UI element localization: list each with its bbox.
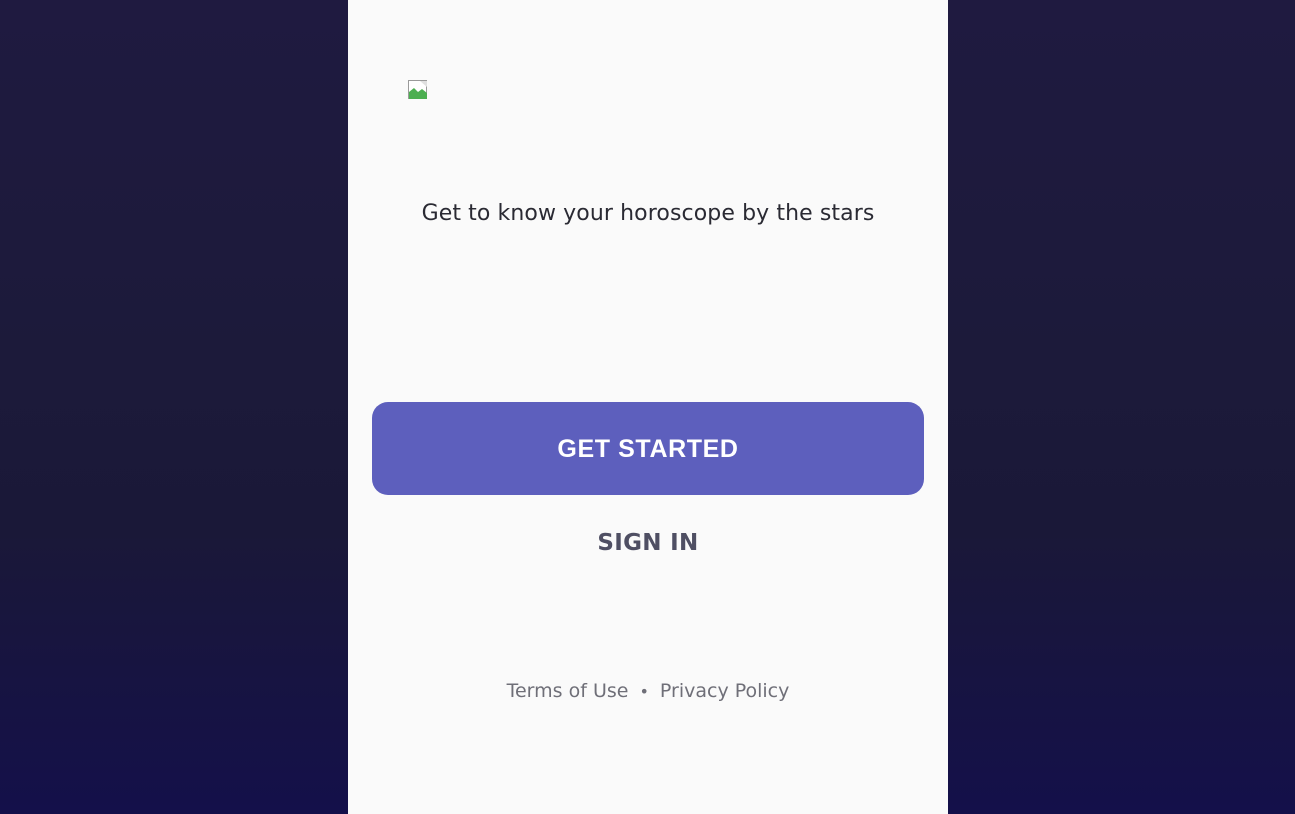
get-started-button[interactable]: GET STARTED [372,402,924,495]
broken-image-icon [408,80,428,100]
background-right [948,0,1295,814]
tagline: Get to know your horoscope by the stars [421,201,875,226]
footer-separator: • [639,682,649,701]
sign-in-button[interactable]: SIGN IN [548,524,748,562]
onboarding-panel: Get to know your horoscope by the stars … [348,0,948,814]
privacy-policy-link[interactable]: Privacy Policy [660,680,789,702]
background-left [0,0,348,814]
footer-links: Terms of Use • Privacy Policy [348,680,948,702]
terms-of-use-link[interactable]: Terms of Use [507,680,629,702]
